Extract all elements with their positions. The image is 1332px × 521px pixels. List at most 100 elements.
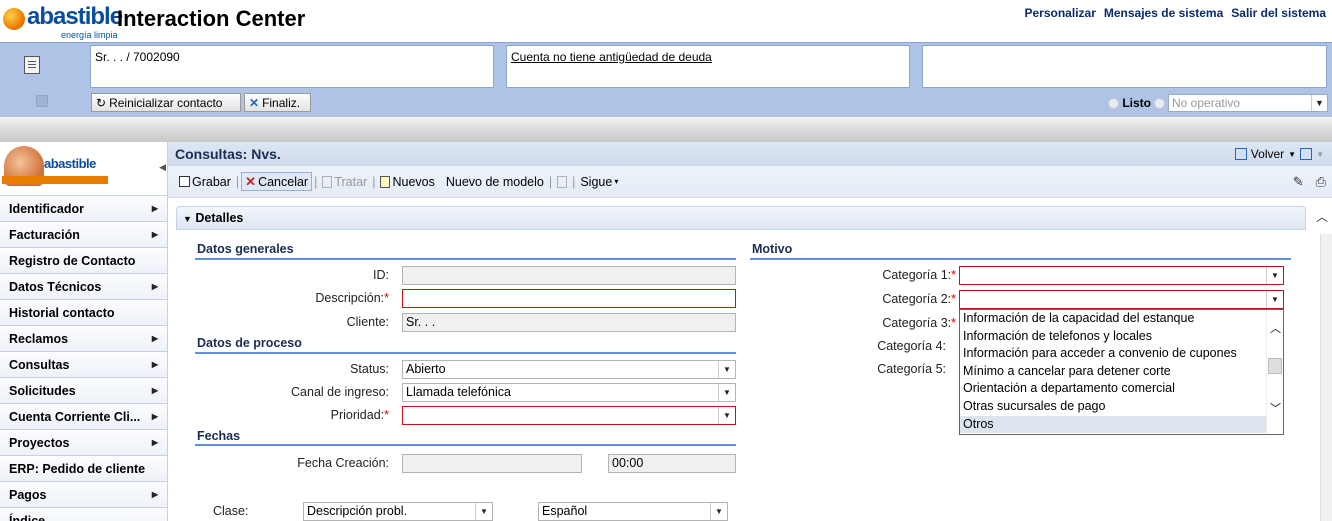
nav-item[interactable]: Índice [0,508,167,521]
cancel-button[interactable]: ✕ Cancelar [241,172,313,191]
not-operative-radio[interactable] [1154,97,1165,109]
nav-item[interactable]: Reclamos ▶ [0,326,167,352]
ready-radio[interactable] [1108,97,1120,109]
nav-item-label: Datos Técnicos [9,279,102,294]
nav-logo-text: abastible [44,156,96,171]
priority-label-text: Prioridad: [330,408,385,422]
main-area: Consultas: Nvs. Volver ▼ ▼ Grabar | ✕ Ca… [168,142,1332,521]
required-marker: * [951,316,956,330]
description-field[interactable] [402,289,736,308]
agent-status: Listo No operativo ▼ [1108,94,1328,112]
chevron-down-icon: ▾ [614,177,619,186]
save-button[interactable]: Grabar [176,175,234,189]
process-button[interactable]: Tratar [319,175,370,189]
toolbar-divider: | [572,174,576,189]
channel-dropdown[interactable]: Llamada telefónica ▼ [402,383,736,402]
chevron-down-icon[interactable]: ﹀ [1270,400,1281,416]
refresh-icon: ↻ [96,95,107,110]
category-option[interactable]: Mínimo a cancelar para detener corte [960,363,1266,381]
chevron-right-icon: ▶ [151,412,158,421]
debt-note-box[interactable]: Cuenta no tiene antigüedad de deuda [506,45,910,88]
language-dropdown[interactable]: Español ▼ [538,502,728,521]
toolbar-right: ✎ ⎙ [1293,174,1326,190]
client-label: Cliente: [346,315,389,329]
chevron-down-icon[interactable]: ▼ [1266,291,1283,308]
nav-item[interactable]: Cuenta Corriente Cli... ▶ [0,404,167,430]
new-button[interactable]: Nuevos [377,175,437,189]
chevron-down-icon[interactable]: ▼ [718,384,735,401]
nav-item[interactable]: Datos Técnicos ▶ [0,274,167,300]
process-label: Tratar [334,174,368,189]
personalize-icon[interactable]: ✎ [1293,174,1304,190]
category-option[interactable]: Información de la capacidad del estanque [960,310,1266,328]
nav-item[interactable]: Pagos ▶ [0,482,167,508]
category-option[interactable]: Otras sucursales de pago [960,398,1266,416]
category5-label: Categoría 5: [877,362,946,376]
nav-item-label: Solicitudes [9,383,76,398]
category2-dropdown[interactable]: ▼ [959,290,1284,309]
dates-title: Fechas [197,429,241,443]
history-icon[interactable] [1300,148,1313,160]
reset-contact-button[interactable]: ↻ Reinicializar contacto [91,93,241,112]
notes-icon[interactable] [24,56,40,74]
category-option[interactable]: Orientación a departamento comercial [960,380,1266,398]
chevron-down-icon[interactable]: ▼ [1316,150,1324,159]
print-icon[interactable]: ⎙ [1316,174,1326,190]
class-label: Clase: [213,504,249,518]
id-field[interactable] [402,266,736,285]
new-label: Nuevos [392,174,435,189]
category-options-list[interactable]: Información de la capacidad del estanque… [959,309,1284,435]
priority-dropdown[interactable]: ▼ [402,406,736,425]
copy-button[interactable] [554,175,570,188]
logout-link[interactable]: Salir del sistema [1231,6,1326,20]
class-dropdown[interactable]: Descripción probl. ▼ [303,502,493,521]
next-button[interactable]: Sigue ▾ [577,175,621,189]
finish-button[interactable]: ✕ Finaliz. [244,93,311,112]
scroll-up-icon[interactable]: ︿ [1316,208,1328,225]
chevron-down-icon[interactable]: ▼ [475,503,492,520]
contact-band: Sr. . . / 7002090 Cuenta no tiene antigü… [0,42,1332,116]
options-scrollbar[interactable]: ︿ ﹀ [1266,310,1283,434]
collapse-arrow-icon[interactable]: ◀ [159,162,166,173]
nav-item-label: ERP: Pedido de cliente [9,461,146,476]
personalize-link[interactable]: Personalizar [1025,6,1096,20]
category-option[interactable]: Información para acceder a convenio de c… [960,345,1266,363]
nav-item[interactable]: Identificador ▶ [0,196,167,222]
nav-item[interactable]: Consultas ▶ [0,352,167,378]
creation-date-field[interactable] [402,454,582,473]
scrollbar-thumb[interactable] [1268,358,1282,374]
chevron-down-icon[interactable]: ▼ [1311,95,1327,111]
nav-item[interactable]: Facturación ▶ [0,222,167,248]
chevron-right-icon: ▶ [151,386,158,395]
nav-item[interactable]: Registro de Contacto [0,248,167,274]
edit-icon [322,175,333,188]
nav-item[interactable]: Historial contacto [0,300,167,326]
finish-label: Finaliz. [262,95,301,110]
chevron-up-icon[interactable]: ︿ [1270,320,1281,336]
category-option[interactable]: Otros [960,415,1266,434]
chevron-down-icon[interactable]: ▼ [718,407,735,424]
system-messages-link[interactable]: Mensajes de sistema [1104,6,1223,20]
chevron-down-icon[interactable]: ▼ [1288,150,1296,159]
page-scrollbar[interactable] [1320,234,1332,521]
details-section-header[interactable]: ▼ Detalles [176,206,1306,230]
nav-item[interactable]: Proyectos ▶ [0,430,167,456]
category1-label: Categoría 1:* [808,268,956,282]
client-field[interactable]: Sr. . . [402,313,736,332]
ready-label: Listo [1122,96,1151,110]
chevron-down-icon[interactable]: ▼ [1266,267,1283,284]
chevron-down-icon[interactable]: ▼ [710,503,727,520]
category1-dropdown[interactable]: ▼ [959,266,1284,285]
nav-item-label: Reclamos [9,331,69,346]
creation-date-label: Fecha Creación: [297,456,389,470]
category-option[interactable]: Información de telefonos y locales [960,328,1266,346]
back-button[interactable]: Volver [1251,147,1284,161]
new-from-model-button[interactable]: Nuevo de modelo [438,175,547,189]
status-select[interactable]: No operativo ▼ [1168,94,1328,112]
nav-item[interactable]: Solicitudes ▶ [0,378,167,404]
nav-item[interactable]: ERP: Pedido de cliente [0,456,167,482]
creation-time-field[interactable]: 00:00 [608,454,736,473]
status-dropdown[interactable]: Abierto ▼ [402,360,736,379]
category4-label: Categoría 4: [877,339,946,353]
chevron-down-icon[interactable]: ▼ [718,361,735,378]
